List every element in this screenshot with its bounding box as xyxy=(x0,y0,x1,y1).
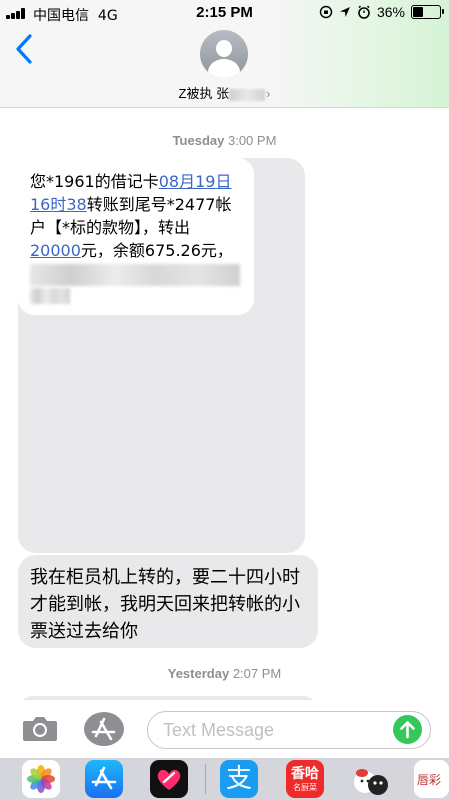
redacted-text xyxy=(30,288,70,304)
app-store-icon[interactable] xyxy=(85,760,123,798)
send-arrow-icon[interactable] xyxy=(393,715,422,744)
camera-icon[interactable] xyxy=(22,714,58,742)
date-link[interactable]: 08月19日 xyxy=(159,172,232,191)
xianghai-icon[interactable]: 香哈 名厨菜 xyxy=(286,760,324,798)
message-text: 您*1961的借记卡08月19日 16时38转账到尾号*2477帐 户【*标的款… xyxy=(18,158,254,315)
app-store-icon[interactable] xyxy=(84,712,124,746)
message-input[interactable]: Text Message xyxy=(147,711,431,749)
orientation-lock-icon xyxy=(319,5,333,19)
alipay-icon[interactable]: 支 xyxy=(220,760,258,798)
contact-avatar[interactable] xyxy=(200,30,248,78)
heart-icon[interactable] xyxy=(150,760,188,798)
message-bubble[interactable]: 我在柜员机上转的，要二十四小时才能到帐，我明天回来把转帐的小票送过去给你 xyxy=(18,555,318,648)
photos-icon[interactable] xyxy=(22,760,60,798)
status-bar: 中国电信 4G 2:15 PM 36% xyxy=(0,0,449,26)
partial-app-icon[interactable]: 唇彩 xyxy=(414,760,449,798)
location-arrow-icon xyxy=(339,7,350,17)
time-link[interactable]: 16时38 xyxy=(30,195,87,214)
redacted-text xyxy=(30,264,240,286)
chevron-right-icon: › xyxy=(266,86,271,101)
app-drawer: 支 香哈 名厨菜 唇彩 xyxy=(0,758,449,800)
person-silhouette-icon xyxy=(216,40,232,57)
battery-icon xyxy=(411,5,444,19)
chevron-left-icon[interactable] xyxy=(12,33,36,65)
timestamp: Tuesday 3:00 PM xyxy=(172,133,277,148)
amount-link[interactable]: 20000 xyxy=(30,241,81,260)
battery-percent: 36% xyxy=(376,4,405,20)
alarm-icon xyxy=(358,5,370,19)
divider xyxy=(205,764,206,794)
sticker-icon[interactable] xyxy=(352,760,390,798)
message-bubble[interactable]: 您*1961的借记卡08月19日 16时38转账到尾号*2477帐 户【*标的款… xyxy=(18,158,305,553)
message-list[interactable]: Tuesday 3:00 PM 您*1961的借记卡08月19日 16时38转账… xyxy=(0,108,449,700)
redacted-name xyxy=(229,88,266,101)
contact-name[interactable]: Z被执 张 › xyxy=(0,83,449,102)
compose-bar: Text Message xyxy=(0,700,449,758)
timestamp: Yesterday 2:07 PM xyxy=(167,666,282,681)
